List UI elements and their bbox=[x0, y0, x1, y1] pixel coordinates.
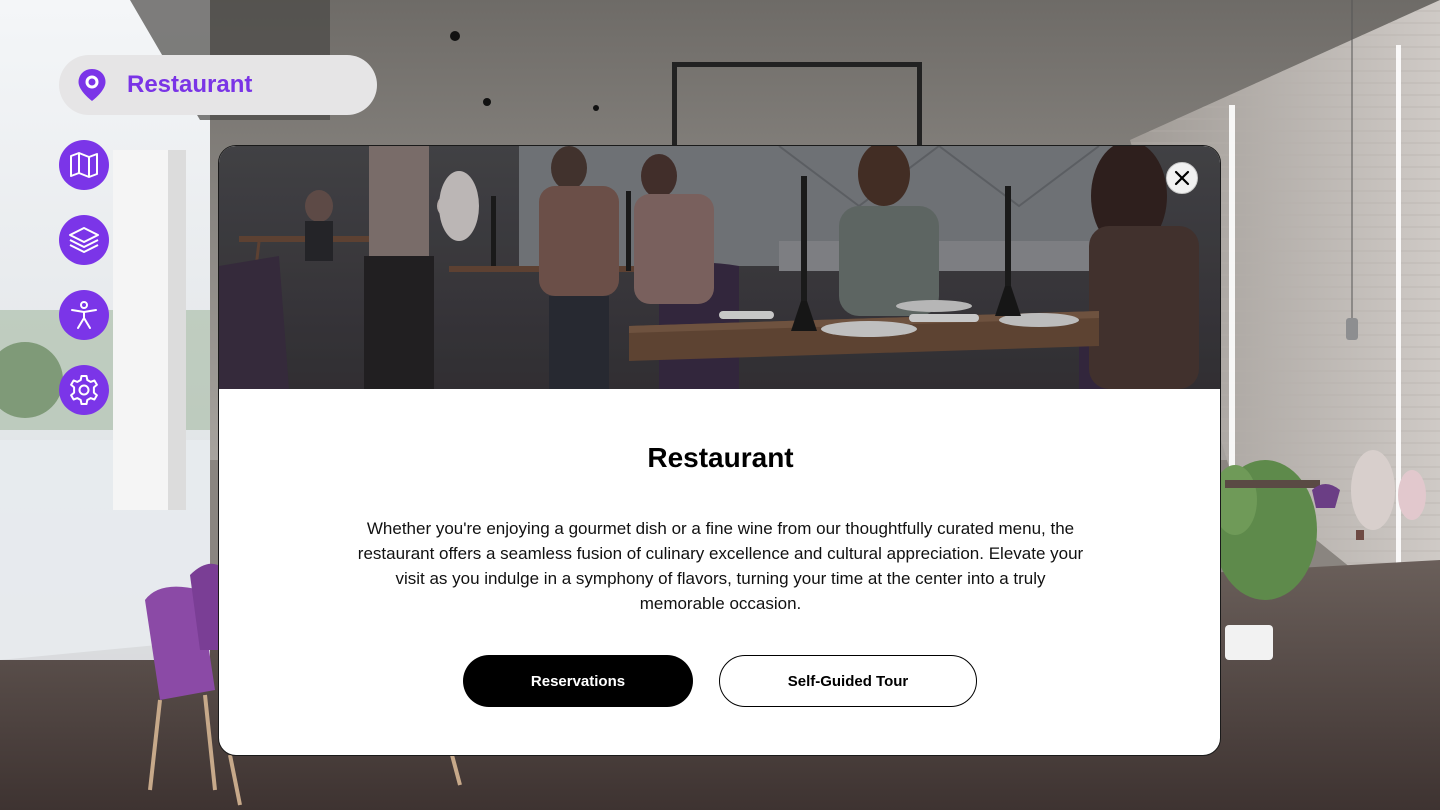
map-icon bbox=[67, 148, 101, 182]
location-label: Restaurant bbox=[127, 71, 253, 98]
restaurant-diners-photo bbox=[219, 146, 1220, 389]
reservations-button[interactable]: Reservations bbox=[463, 655, 693, 707]
settings-button[interactable] bbox=[59, 365, 109, 415]
layers-button[interactable] bbox=[59, 215, 109, 265]
modal-title: Restaurant bbox=[647, 442, 794, 473]
close-icon bbox=[1174, 170, 1190, 186]
map-pin-icon bbox=[77, 68, 107, 102]
location-pill[interactable]: Restaurant bbox=[59, 55, 377, 115]
accessibility-button[interactable] bbox=[59, 290, 109, 340]
modal-hero-image bbox=[219, 146, 1220, 389]
close-button[interactable] bbox=[1166, 162, 1198, 194]
self-guided-tour-button[interactable]: Self-Guided Tour bbox=[719, 655, 977, 707]
map-button[interactable] bbox=[59, 140, 109, 190]
accessibility-icon bbox=[67, 298, 101, 332]
layers-icon bbox=[67, 223, 101, 257]
modal-description: Whether you're enjoying a gourmet dish o… bbox=[357, 519, 1084, 613]
restaurant-modal: Restaurant Whether you're enjoying a gou… bbox=[218, 145, 1221, 756]
settings-icon bbox=[67, 373, 101, 407]
